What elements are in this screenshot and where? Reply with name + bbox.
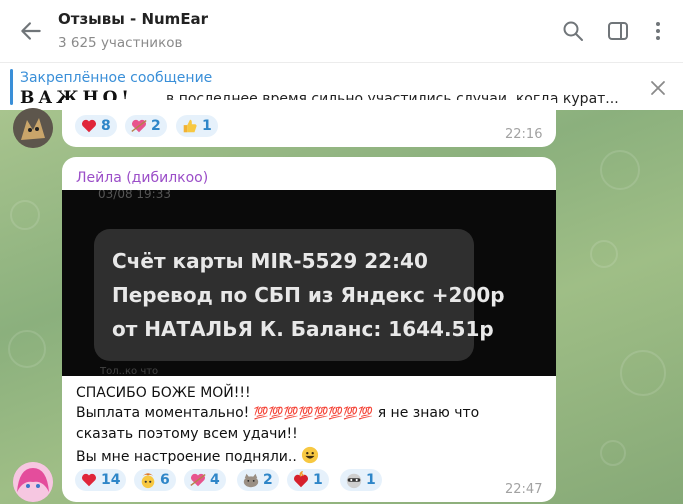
reaction-chip[interactable]: 1 — [340, 469, 382, 491]
reaction-count: 2 — [263, 472, 273, 488]
more-menu-icon[interactable] — [646, 19, 670, 43]
thumbs-up-icon — [183, 119, 197, 133]
reaction-chip[interactable]: 4 — [184, 469, 226, 491]
reaction-count: 1 — [313, 472, 323, 488]
sidebar-toggle-icon[interactable] — [606, 19, 630, 43]
search-icon[interactable] — [561, 19, 585, 43]
exploding-head-icon — [141, 473, 155, 489]
hundred-points-emoji: 💯💯💯💯💯💯💯💯 — [253, 406, 374, 420]
sender-name[interactable]: Лейла (дибилкоо) — [76, 170, 208, 186]
reaction-count: 2 — [151, 118, 161, 134]
avatar[interactable] — [13, 108, 53, 148]
message-text-segment: Вы мне настроение подняли.. — [76, 449, 297, 465]
reaction-chip[interactable]: 8 — [75, 115, 117, 137]
reaction-chip[interactable]: 2 — [237, 469, 279, 491]
reaction-count: 1 — [202, 118, 212, 134]
heart-arrow-icon — [190, 473, 206, 487]
reaction-count: 8 — [101, 118, 111, 134]
photo-line: Счёт карты MIR-5529 22:40 — [112, 249, 428, 273]
heart-fire-icon — [293, 471, 309, 488]
photo-date: 03/08 19:33 — [98, 190, 171, 201]
grinning-face-icon — [302, 446, 319, 464]
photo-footer: Тол..ко что — [100, 366, 159, 376]
message-text-line: Вы мне настроение подняли.. — [76, 446, 319, 465]
message-photo[interactable]: 03/08 19:33 Счёт карты MIR-5529 22:40 Пе… — [62, 190, 556, 376]
raccoon-sticker-icon — [346, 473, 362, 489]
photo-line: Перевод по СБП из Яндекс +200р — [112, 283, 505, 307]
reaction-chip[interactable]: 14 — [75, 469, 127, 491]
pinned-label: Закреплённое сообщение — [20, 70, 213, 86]
message-text-segment: Выплата моментально! — [76, 405, 250, 421]
reaction-chip[interactable]: 1 — [287, 469, 329, 491]
close-icon[interactable] — [648, 78, 668, 98]
chat-header: Отзывы - NumEar 3 625 участников — [0, 0, 683, 62]
reaction-count: 6 — [160, 472, 170, 488]
member-count: 3 625 участников — [58, 35, 183, 51]
sms-notification-card: Счёт карты MIR-5529 22:40 Перевод по СБП… — [94, 229, 505, 361]
chat-title[interactable]: Отзывы - NumEar — [58, 10, 208, 28]
red-heart-icon — [81, 119, 97, 133]
reaction-count: 14 — [101, 472, 121, 488]
message-text-line: сказать поэтому всем удачи!! — [76, 426, 298, 442]
back-arrow-icon[interactable] — [18, 18, 44, 44]
reaction-chip[interactable]: 2 — [125, 115, 167, 137]
red-heart-icon — [81, 473, 97, 487]
reaction-chip[interactable]: 6 — [134, 469, 176, 491]
reaction-count: 4 — [210, 472, 220, 488]
message-text-line: СПАСИБО БОЖЕ МОЙ!!! — [76, 385, 251, 401]
reaction-count: 1 — [366, 472, 376, 488]
message-time: 22:16 — [505, 127, 543, 142]
photo-line: от НАТАЛЬЯ К. Баланс: 1644.51р — [112, 317, 494, 341]
avatar[interactable] — [13, 462, 53, 502]
message-text-segment: я не знаю что — [377, 405, 480, 421]
cat-sticker-icon — [243, 473, 259, 488]
message-text-line: Выплата моментально! 💯💯💯💯💯💯💯💯 я не знаю … — [76, 405, 479, 421]
reaction-chip[interactable]: 1 — [176, 115, 218, 137]
heart-arrow-icon — [131, 119, 147, 133]
message-time: 22:47 — [505, 482, 543, 497]
pinned-indicator — [10, 69, 13, 105]
